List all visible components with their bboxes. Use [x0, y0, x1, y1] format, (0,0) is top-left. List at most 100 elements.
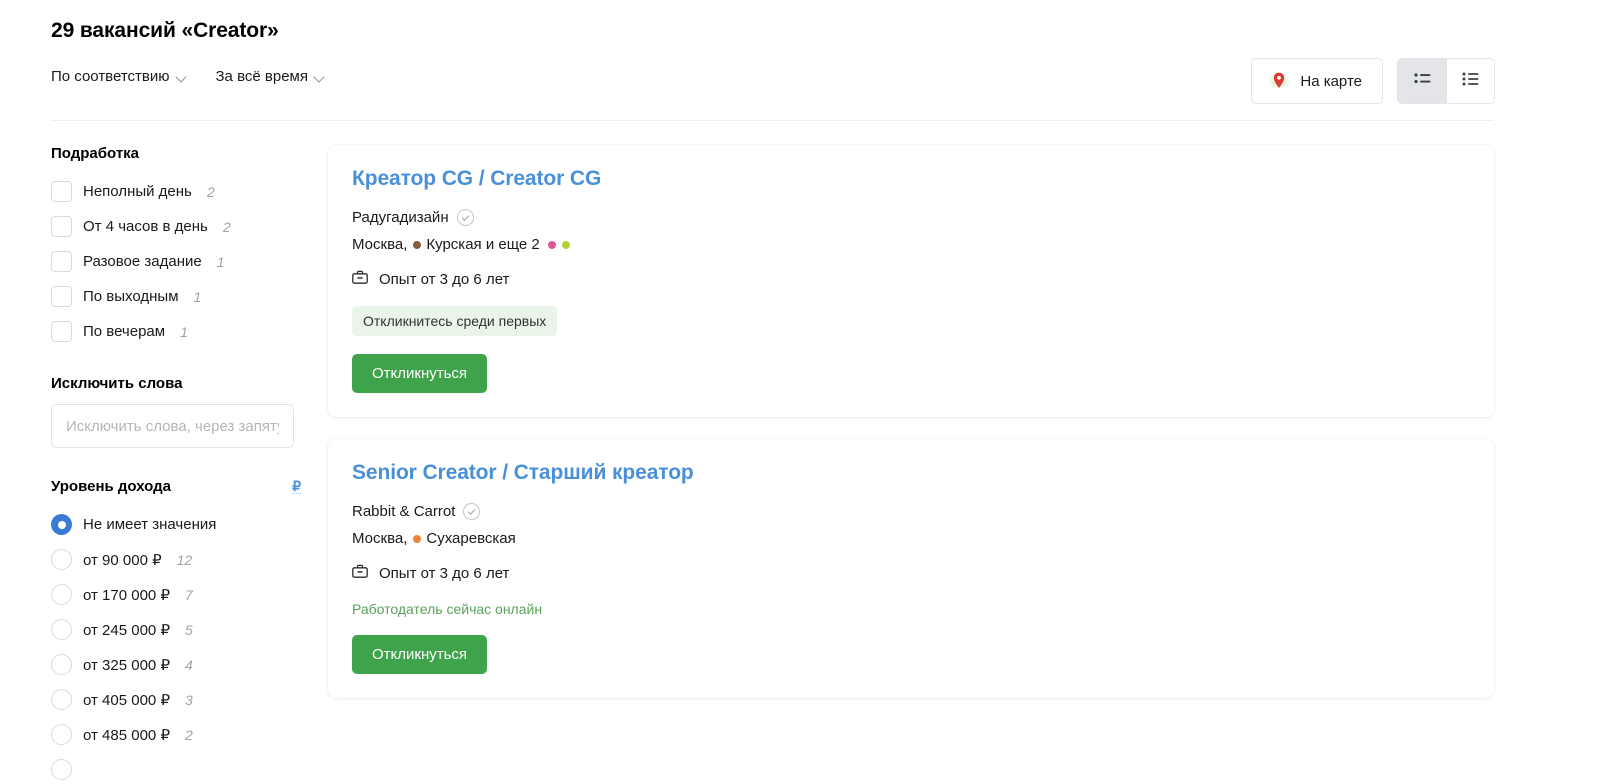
filter-option-count: 1	[193, 288, 202, 305]
filter-option-count: 12	[176, 551, 193, 568]
filter-option-count: 7	[184, 586, 193, 603]
filter-group-exclude-words-title: Исключить слова	[51, 375, 183, 392]
vacancy-company: Rabbit & Carrot	[352, 503, 1470, 520]
filter-option-income-0[interactable]: Не имеет значения	[51, 507, 301, 542]
verified-check-icon	[456, 209, 474, 226]
briefcase-icon	[352, 564, 368, 583]
filter-option-part-time-0[interactable]: Неполный день 2	[51, 174, 301, 209]
sort-by-relevance-dropdown[interactable]: По соответствию	[51, 68, 188, 85]
metro-label: Сухаревская	[426, 530, 516, 547]
filter-group-income-title: Уровень дохода	[51, 478, 172, 495]
period-filter-label: За всё время	[215, 68, 308, 85]
filter-option-label: от 90 000 ₽	[83, 551, 162, 569]
vacancy-card[interactable]: Senior Creator / Старший креатор Rabbit …	[328, 439, 1494, 698]
chevron-down-icon	[177, 72, 188, 83]
filter-option-label: Неполный день	[83, 183, 192, 200]
radio-icon[interactable]	[51, 619, 72, 640]
company-name-link[interactable]: Радугадизайн	[352, 209, 449, 226]
part-time-options: Неполный день 2 От 4 часов в день 2 Разо…	[51, 174, 301, 349]
briefcase-icon	[352, 270, 368, 289]
exclude-words-input[interactable]	[51, 404, 294, 448]
filter-option-count: 4	[184, 656, 193, 673]
checkbox-icon[interactable]	[51, 216, 72, 237]
detailed-list-icon	[1462, 72, 1479, 91]
filter-option-part-time-4[interactable]: По вечерам 1	[51, 314, 301, 349]
filter-group-income: Уровень дохода ₽ Не имеет значения от 90…	[51, 478, 301, 784]
metro-line-dot-icon	[413, 534, 422, 543]
view-mode-toggle	[1397, 58, 1495, 104]
experience-label: Опыт от 3 до 6 лет	[379, 565, 510, 582]
detailed-list-view-button[interactable]	[1446, 59, 1494, 103]
filter-option-income-2[interactable]: от 170 000 ₽ 7	[51, 577, 301, 612]
checkbox-icon[interactable]	[51, 251, 72, 272]
vacancy-location: Москва, Курская и еще 2	[352, 236, 1470, 253]
filter-option-count: 2	[206, 183, 215, 200]
filters-sidebar: Подработка Неполный день 2 От 4 часов в …	[51, 145, 301, 784]
filter-option-count: 1	[216, 253, 225, 270]
radio-icon[interactable]	[51, 654, 72, 675]
checkbox-icon[interactable]	[51, 321, 72, 342]
filter-group-part-time: Подработка Неполный день 2 От 4 часов в …	[51, 145, 301, 349]
results-header: 29 вакансий «Creator» По соответствию За…	[0, 0, 1600, 121]
radio-icon[interactable]	[51, 514, 72, 535]
filter-option-label: от 245 000 ₽	[83, 621, 170, 639]
vacancy-card[interactable]: Креатор CG / Creator CG Радугадизайн Мос…	[328, 145, 1494, 417]
filter-option-label: от 405 000 ₽	[83, 691, 170, 709]
header-divider	[51, 120, 1494, 121]
compact-list-icon	[1413, 72, 1431, 90]
filter-option-income-7[interactable]	[51, 752, 301, 784]
search-results-page: 29 вакансий «Creator» По соответствию За…	[0, 0, 1600, 784]
period-filter-dropdown[interactable]: За всё время	[216, 68, 326, 85]
sort-by-relevance-label: По соответствию	[51, 68, 170, 85]
header-actions: На карте	[1251, 58, 1495, 104]
compact-list-view-button[interactable]	[1398, 59, 1446, 103]
filter-group-part-time-title: Подработка	[51, 145, 140, 162]
filter-group-exclude-words: Исключить слова	[51, 375, 301, 448]
filter-option-income-6[interactable]: от 485 000 ₽ 2	[51, 717, 301, 752]
city-label: Москва,	[352, 530, 408, 547]
map-view-button[interactable]: На карте	[1251, 58, 1383, 104]
filter-option-count: 3	[184, 691, 193, 708]
vacancy-list: Креатор CG / Creator CG Радугадизайн Мос…	[328, 145, 1494, 720]
checkbox-icon[interactable]	[51, 181, 72, 202]
radio-icon[interactable]	[51, 759, 72, 780]
company-name-link[interactable]: Rabbit & Carrot	[352, 503, 455, 520]
radio-icon[interactable]	[51, 549, 72, 570]
filter-option-income-3[interactable]: от 245 000 ₽ 5	[51, 612, 301, 647]
filter-option-part-time-1[interactable]: От 4 часов в день 2	[51, 209, 301, 244]
filter-option-count: 2	[184, 726, 193, 743]
apply-button[interactable]: Откликнуться	[352, 635, 488, 674]
filter-option-count: 5	[184, 621, 193, 638]
filter-option-part-time-2[interactable]: Разовое задание 1	[51, 244, 301, 279]
experience-label: Опыт от 3 до 6 лет	[379, 271, 510, 288]
vacancy-title-link[interactable]: Senior Creator / Старший креатор	[352, 461, 694, 485]
filter-option-income-5[interactable]: от 405 000 ₽ 3	[51, 682, 301, 717]
metro-label: Курская и еще 2	[426, 236, 540, 253]
filter-option-label: Не имеет значения	[83, 516, 217, 533]
chevron-down-icon	[315, 72, 326, 83]
checkbox-icon[interactable]	[51, 286, 72, 307]
radio-icon[interactable]	[51, 724, 72, 745]
metro-line-dot-icon	[547, 240, 556, 249]
vacancy-location: Москва, Сухаревская	[352, 530, 1470, 547]
map-view-label: На карте	[1300, 72, 1362, 90]
filter-option-count: 1	[180, 323, 188, 340]
currency-ruble-icon[interactable]: ₽	[292, 478, 301, 495]
income-options: Не имеет значения от 90 000 ₽ 12 от 170 …	[51, 507, 301, 784]
verified-check-icon	[463, 503, 481, 520]
metro-line-dot-icon	[413, 240, 422, 249]
filter-option-income-4[interactable]: от 325 000 ₽ 4	[51, 647, 301, 682]
apply-button[interactable]: Откликнуться	[352, 354, 488, 393]
employer-online-status: Работодатель сейчас онлайн	[352, 601, 543, 617]
vacancy-title-link[interactable]: Креатор CG / Creator CG	[352, 167, 601, 191]
vacancy-experience: Опыт от 3 до 6 лет	[352, 564, 1470, 583]
filter-option-label: Разовое задание	[83, 253, 202, 270]
radio-icon[interactable]	[51, 689, 72, 710]
filter-option-label: от 485 000 ₽	[83, 726, 170, 744]
radio-icon[interactable]	[51, 584, 72, 605]
filter-option-part-time-3[interactable]: По выходным 1	[51, 279, 301, 314]
filter-option-income-1[interactable]: от 90 000 ₽ 12	[51, 542, 301, 577]
vacancy-experience: Опыт от 3 до 6 лет	[352, 270, 1470, 289]
map-pin-icon	[1268, 70, 1291, 92]
filter-option-label: От 4 часов в день	[83, 218, 208, 235]
